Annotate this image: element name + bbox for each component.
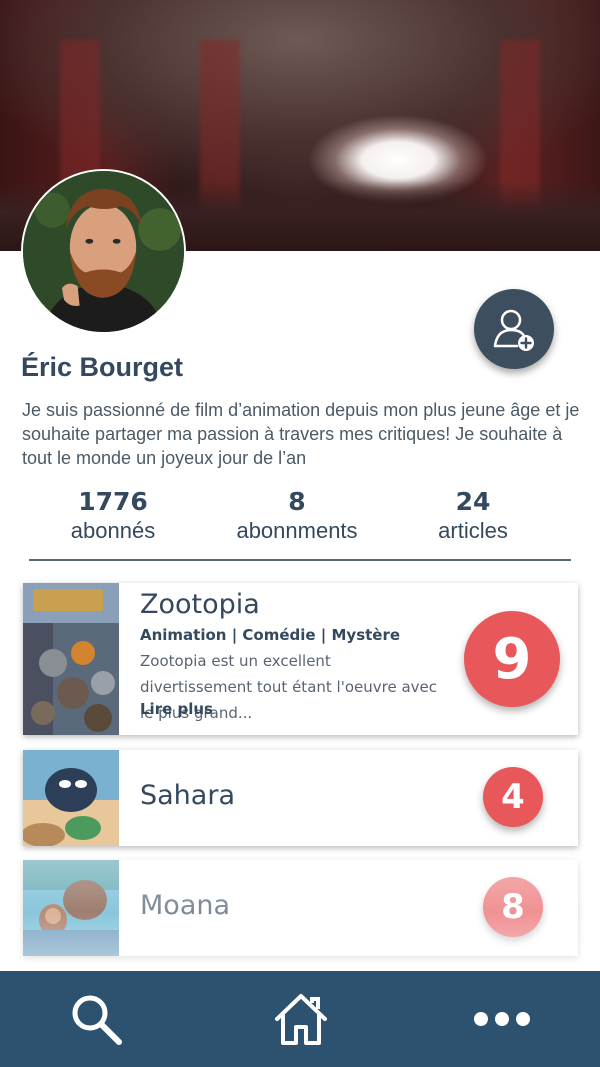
review-score: 4: [483, 767, 543, 827]
review-genres: Animation | Comédie | Mystère: [140, 626, 401, 644]
divider: [29, 559, 571, 561]
stat-value: 1776: [78, 487, 148, 516]
profile-name: Éric Bourget: [21, 352, 184, 382]
add-user-button[interactable]: [474, 289, 554, 369]
movie-poster: [23, 860, 119, 956]
review-score: 8: [483, 877, 543, 937]
review-card[interactable]: Zootopia Animation | Comédie | Mystère Z…: [23, 583, 578, 735]
review-title: Moana: [140, 890, 231, 921]
read-more-link[interactable]: Lire plus: [140, 700, 213, 718]
review-card[interactable]: Moana 8: [23, 860, 578, 956]
review-title: Sahara: [140, 780, 235, 811]
profile-bio: Je suis passionné de film d’animation de…: [22, 400, 580, 468]
profile-stats: 1776 abonnés 8 abonnments 24 articles: [0, 487, 600, 547]
search-icon: [72, 995, 122, 1045]
stat-subscriptions[interactable]: 8 abonnments: [212, 487, 382, 545]
nav-home-button[interactable]: [266, 989, 336, 1049]
nav-more-button[interactable]: [467, 989, 537, 1049]
stat-articles[interactable]: 24 articles: [388, 487, 558, 545]
bottom-nav: [0, 971, 600, 1067]
avatar[interactable]: [21, 169, 186, 334]
movie-poster: [23, 583, 119, 735]
review-score: 9: [464, 611, 560, 707]
stat-label: abonnés: [70, 518, 156, 543]
movie-poster: [23, 750, 119, 846]
stat-label: articles: [438, 518, 508, 543]
more-icon: [474, 1012, 530, 1026]
nav-search-button[interactable]: [61, 989, 131, 1049]
stat-value: 24: [455, 487, 491, 516]
home-icon: [275, 994, 327, 1045]
review-title: Zootopia: [140, 589, 260, 620]
review-card[interactable]: Sahara 4: [23, 750, 578, 846]
stat-label: abonnments: [236, 518, 358, 543]
add-user-icon: [493, 309, 534, 351]
stat-followers[interactable]: 1776 abonnés: [28, 487, 198, 545]
stat-value: 8: [288, 487, 306, 516]
